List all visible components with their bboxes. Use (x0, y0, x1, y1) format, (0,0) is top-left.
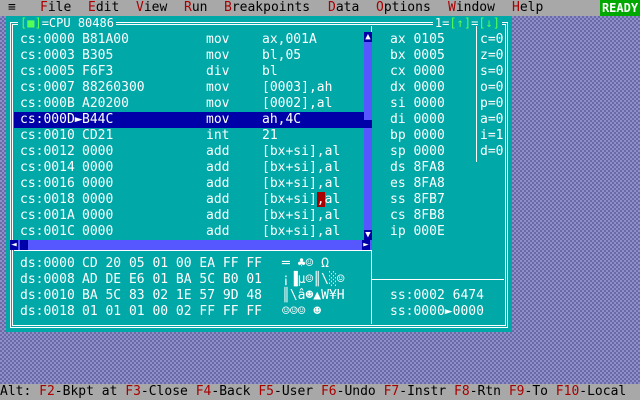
dump-row[interactable]: ds:0018 01 01 01 00 02 FF FF FF ☺☺☺ ☻ (20, 304, 321, 320)
status-prefix: Alt: (0, 384, 32, 399)
cpu-window: [■]=CPU 80486 1=[↑]=[↓] cs:0000 B81A00 mo… (6, 16, 512, 332)
status-f8[interactable]: F8-Rtn (454, 384, 501, 399)
ready-indicator: READY (600, 0, 640, 16)
disasm-row[interactable]: cs:0005 F6F3 div bl (20, 64, 278, 80)
register-row[interactable]: bx 0005 (390, 48, 445, 64)
disasm-vertical-scrollbar[interactable] (364, 32, 372, 240)
register-row[interactable]: ip 000E (390, 224, 445, 240)
text-cursor: , (316, 192, 325, 207)
status-f10[interactable]: F10-Local (556, 384, 626, 399)
disasm-row[interactable]: cs:0016 0000 add [bx+si],al (20, 176, 340, 192)
zoom-button[interactable]: [↑] (449, 16, 471, 30)
disasm-row-selected[interactable]: cs:000D► B44C mov ah,4C (14, 112, 364, 128)
horizontal-scroll-thumb[interactable] (20, 240, 28, 250)
disasm-row[interactable]: cs:0012 0000 add [bx+si],al (20, 144, 340, 160)
register-row[interactable]: ss 8FB7 (390, 192, 445, 208)
register-row[interactable]: cx 0000 (390, 64, 445, 80)
flag-row[interactable]: i=1 (480, 128, 503, 144)
register-row[interactable]: bp 0000 (390, 128, 445, 144)
close-button[interactable]: [■] (20, 16, 42, 30)
disasm-row[interactable]: cs:0010 CD21 int 21 (20, 128, 278, 144)
menu-breakpoints[interactable]: Breakpoints (224, 0, 310, 16)
status-bar: Alt: F2-Bkpt at F3-Close F4-Back F5-User… (0, 384, 640, 400)
status-f4[interactable]: F4-Back (196, 384, 251, 399)
menu-window[interactable]: Window (448, 0, 495, 16)
disasm-row[interactable]: cs:001A 0000 add [bx+si],al (20, 208, 340, 224)
dump-row[interactable]: ds:0010 BA 5C 83 02 1E 57 9D 48 ║\â☻▲W¥H (20, 288, 345, 304)
flag-row[interactable]: a=0 (480, 112, 503, 128)
disasm-row[interactable]: cs:0007 88260300 mov [0003],ah (20, 80, 332, 96)
window-title: CPU 80486 (48, 16, 114, 30)
flag-row[interactable]: d=0 (480, 144, 503, 160)
menu-help[interactable]: Help (512, 0, 543, 16)
pane-divider-horizontal (14, 250, 371, 251)
menu-options[interactable]: Options (376, 0, 431, 16)
disasm-horizontal-scrollbar[interactable] (10, 240, 372, 250)
register-row[interactable]: ds 8FA8 (390, 160, 445, 176)
resize-button[interactable]: [↓] (478, 16, 500, 30)
scroll-down-arrow-icon[interactable]: ▼ (364, 230, 372, 240)
register-row[interactable]: si 0000 (390, 96, 445, 112)
dump-row[interactable]: ds:0008 AD DE E6 01 BA 5C B0 01 ¡▐µ☺║\░☺ (20, 272, 345, 288)
window-title-bar: [■]=CPU 80486 (18, 16, 116, 30)
status-f3[interactable]: F3-Close (125, 384, 188, 399)
status-f7[interactable]: F7-Instr (384, 384, 447, 399)
dump-row[interactable]: ds:0000 CD 20 05 01 00 EA FF FF ═ ♣☺ Ω (20, 256, 329, 272)
register-row[interactable]: ax 0105 (390, 32, 445, 48)
disasm-row[interactable]: cs:0003 B305 mov bl,05 (20, 48, 301, 64)
scroll-right-arrow-icon[interactable]: ► (362, 240, 370, 250)
register-row[interactable]: dx 0000 (390, 80, 445, 96)
menu-bar: ≡ File Edit View Run Breakpoints Data Op… (0, 0, 640, 16)
menu-file[interactable]: File (40, 0, 71, 16)
flag-row[interactable]: z=0 (480, 48, 503, 64)
status-f6[interactable]: F6-Undo (321, 384, 376, 399)
status-f2[interactable]: F2-Bkpt at (39, 384, 117, 399)
menu-run[interactable]: Run (184, 0, 207, 16)
register-row[interactable]: sp 0000 (390, 144, 445, 160)
status-f9[interactable]: F9-To (509, 384, 548, 399)
flag-row[interactable]: p=0 (480, 96, 503, 112)
register-row[interactable]: di 0000 (390, 112, 445, 128)
status-f5[interactable]: F5-User (258, 384, 313, 399)
stack-divider (372, 279, 504, 280)
flag-row[interactable]: s=0 (480, 64, 503, 80)
flag-row[interactable]: c=0 (480, 32, 503, 48)
stack-pointer-marker: ► (444, 304, 453, 319)
register-row[interactable]: cs 8FB8 (390, 208, 445, 224)
window-controls: 1=[↑]=[↓] (432, 16, 502, 30)
disasm-row[interactable]: cs:000B A20200 mov [0002],al (20, 96, 332, 112)
menu-view[interactable]: View (136, 0, 167, 16)
flag-row[interactable]: o=0 (480, 80, 503, 96)
stack-row[interactable]: ss:0002 6474 (390, 288, 484, 304)
system-menu-icon[interactable]: ≡ (8, 0, 16, 16)
scroll-left-arrow-icon[interactable]: ◄ (10, 240, 18, 250)
menu-edit[interactable]: Edit (88, 0, 119, 16)
disasm-row[interactable]: cs:0014 0000 add [bx+si],al (20, 160, 340, 176)
disasm-row[interactable]: cs:0018 0000 add [bx+si],al (20, 192, 340, 208)
scroll-up-arrow-icon[interactable]: ▲ (364, 32, 372, 42)
menu-data[interactable]: Data (328, 0, 359, 16)
disasm-row[interactable]: cs:0000 B81A00 mov ax,001A (20, 32, 317, 48)
window-number: 1 (434, 16, 443, 30)
flags-divider (476, 26, 477, 162)
stack-row[interactable]: ss:0000►0000 (390, 304, 484, 320)
scroll-thumb[interactable] (364, 120, 372, 128)
disasm-row[interactable]: cs:001C 0000 add [bx+si],al (20, 224, 340, 240)
register-row[interactable]: es 8FA8 (390, 176, 445, 192)
